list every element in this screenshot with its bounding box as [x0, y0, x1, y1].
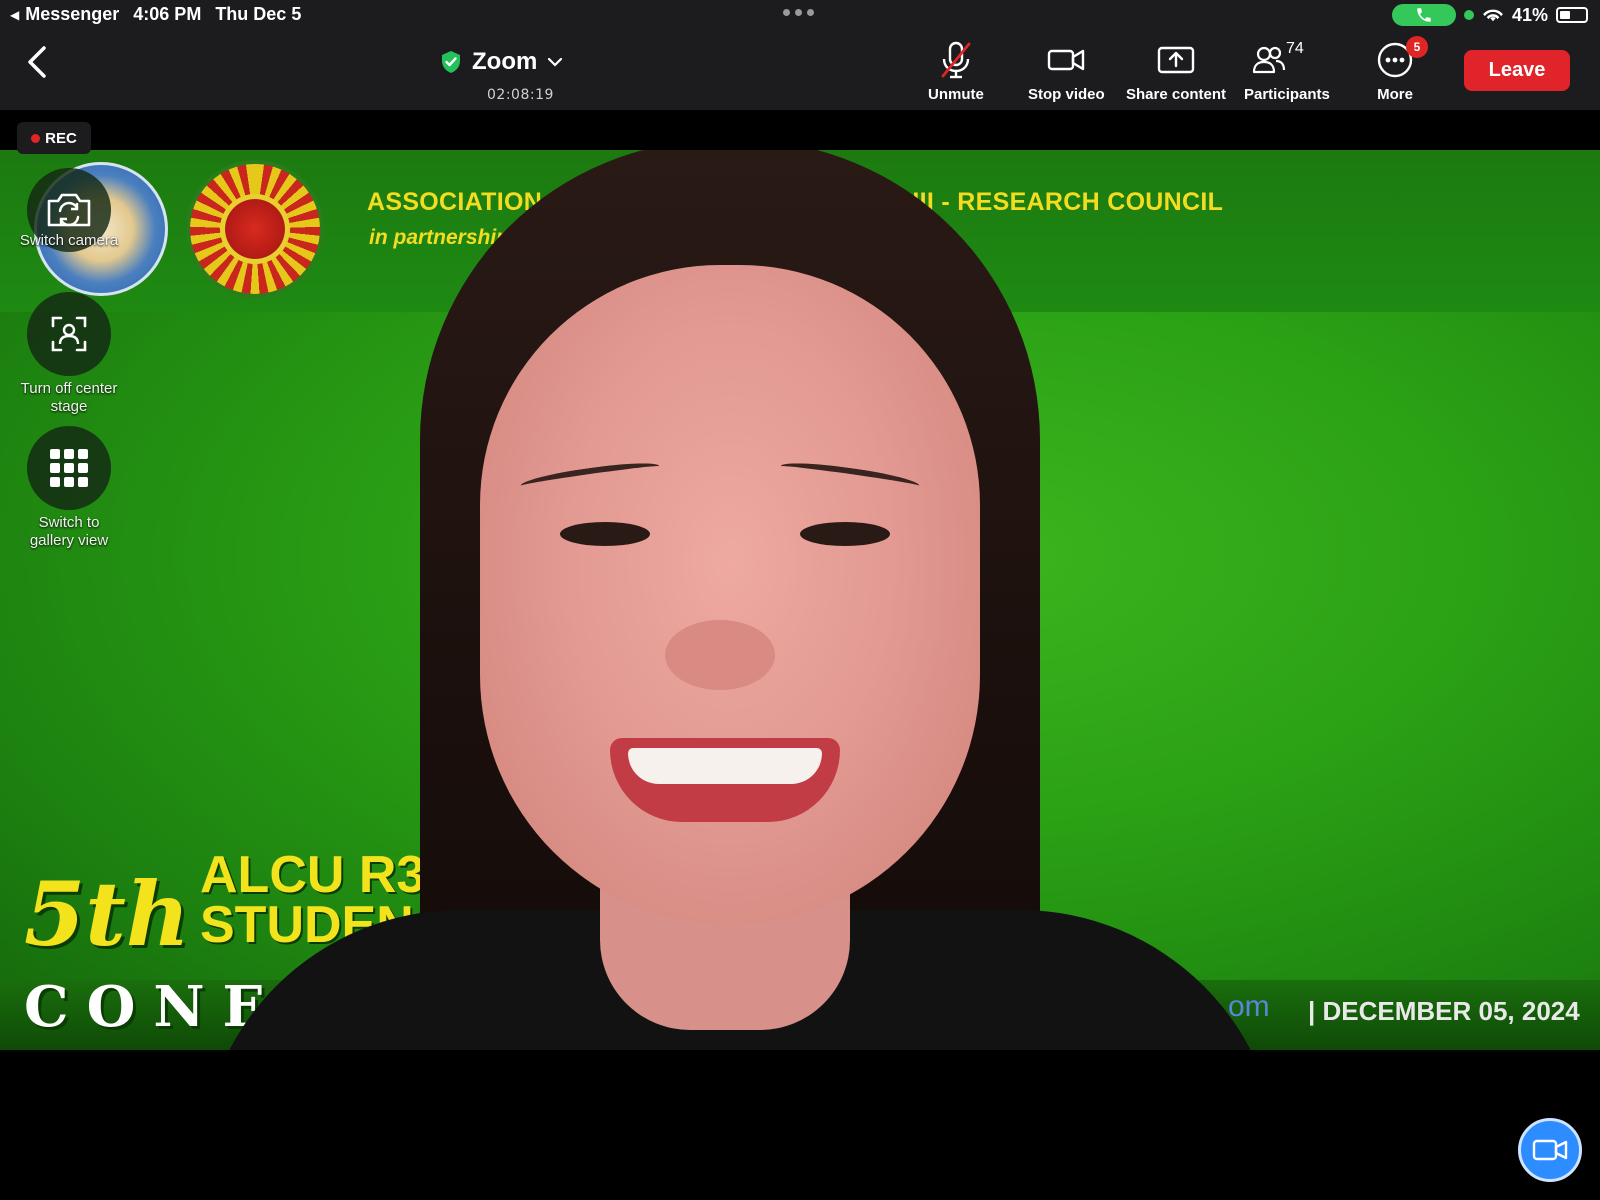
- status-right: 41%: [1391, 4, 1588, 26]
- battery-fill: [1560, 11, 1570, 19]
- back-to-app-icon[interactable]: ◀: [10, 8, 19, 22]
- active-speaker-video[interactable]: ASSOCIATION O ND UNIVERSITIES REGION III…: [0, 150, 1600, 1050]
- unmute-label: Unmute: [928, 86, 984, 103]
- college-seal-logo: [186, 160, 324, 298]
- gallery-view-button[interactable]: Switch to gallery view: [18, 426, 120, 550]
- speaker-eye-left: [560, 522, 650, 546]
- more-label: More: [1377, 86, 1413, 103]
- leave-button[interactable]: Leave: [1464, 50, 1570, 91]
- switch-camera-button[interactable]: Switch camera: [18, 168, 120, 252]
- meeting-title-button[interactable]: Zoom: [440, 48, 600, 76]
- unmute-button[interactable]: Unmute: [928, 40, 984, 103]
- mic-muted-icon: [939, 40, 973, 80]
- status-left: ◀ Messenger 4:06 PM Thu Dec 5: [10, 4, 301, 25]
- recording-dot-icon: [31, 133, 41, 143]
- recording-indicator[interactable]: REC: [17, 122, 91, 154]
- phone-icon: [1417, 8, 1431, 22]
- speaker-mouth: [610, 738, 840, 822]
- meeting-timer: 02:08:19: [487, 87, 554, 103]
- background-event-alcu: ALCU R3: [200, 846, 426, 904]
- stop-video-label: Stop video: [1028, 86, 1105, 103]
- meeting-title: Zoom: [472, 48, 538, 75]
- wifi-icon: [1483, 9, 1503, 22]
- gallery-view-label: Switch to gallery view: [29, 514, 109, 549]
- more-icon: 5: [1376, 36, 1428, 80]
- switch-camera-label: Switch camera: [19, 232, 119, 249]
- speaker-face: [480, 265, 980, 925]
- back-to-app-link[interactable]: Messenger: [25, 4, 119, 25]
- participants-label: Participants: [1244, 86, 1330, 103]
- battery-percent: 41%: [1511, 4, 1548, 25]
- participants-button[interactable]: 74 Participants: [1244, 40, 1330, 103]
- more-button[interactable]: 5 More: [1376, 36, 1428, 103]
- status-time: 4:06 PM: [133, 4, 202, 24]
- participants-icon: 74: [1252, 40, 1322, 80]
- background-event-url: om: [1228, 990, 1270, 1023]
- multitasking-dots-icon[interactable]: [783, 9, 814, 16]
- video-camera-icon: [1532, 1139, 1568, 1161]
- center-stage-button[interactable]: Turn off center stage: [18, 292, 120, 416]
- meeting-toolbar: Zoom 02:08:19 Unmute Stop video Share co…: [0, 30, 1600, 110]
- speaker-eye-right: [800, 522, 890, 546]
- participants-count: 74: [1285, 40, 1304, 57]
- self-view-button[interactable]: [1518, 1118, 1582, 1182]
- battery-icon: [1556, 7, 1588, 23]
- center-stage-label: Turn off center stage: [20, 380, 118, 415]
- center-stage-icon: [27, 292, 111, 376]
- camera-in-use-indicator: [1463, 10, 1474, 20]
- shield-check-icon: [442, 51, 460, 73]
- more-notification-badge: 5: [1406, 36, 1428, 58]
- stop-video-button[interactable]: Stop video: [1028, 40, 1105, 103]
- speaker-nose: [665, 620, 775, 690]
- background-event-ordinal: 5th: [24, 862, 190, 966]
- share-screen-icon: [1156, 40, 1196, 80]
- status-bar: ◀ Messenger 4:06 PM Thu Dec 5 41%: [0, 0, 1600, 30]
- status-date: Thu Dec 5: [215, 4, 302, 24]
- share-content-button[interactable]: Share content: [1126, 40, 1226, 103]
- recording-label: REC: [45, 129, 77, 147]
- grid-icon: [27, 426, 111, 510]
- video-camera-icon: [1046, 40, 1086, 80]
- share-content-label: Share content: [1126, 86, 1227, 103]
- active-call-pill[interactable]: [1391, 4, 1456, 26]
- background-event-date: | DECEMBER 05, 2024: [1308, 996, 1580, 1026]
- back-chevron-icon[interactable]: [22, 44, 52, 80]
- chevron-down-icon: [548, 57, 563, 67]
